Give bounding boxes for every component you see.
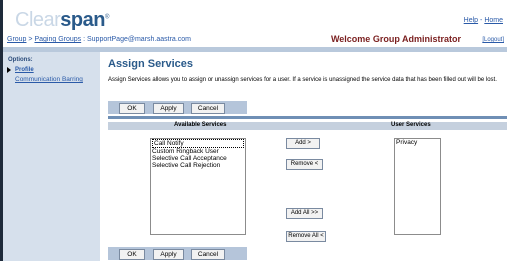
help-home-links: Help - Home xyxy=(464,17,503,24)
ok-button-bottom[interactable]: OK xyxy=(119,249,145,260)
list-item[interactable]: Custom Ringback User xyxy=(151,148,245,155)
logo-text-part1: Clear xyxy=(15,9,61,31)
clearspan-logo: Clearspan® xyxy=(15,9,109,32)
services-column-header: Available Services User Services xyxy=(108,122,507,130)
breadcrumb-group[interactable]: Group xyxy=(7,36,26,43)
bottom-button-bar: OK Apply Cancel xyxy=(108,247,247,260)
logo-mark: ® xyxy=(104,14,109,21)
list-item[interactable]: Call Notify xyxy=(152,139,244,148)
remove-all-button[interactable]: Remove All < xyxy=(286,231,326,242)
sidebar-title: Options: xyxy=(8,57,33,63)
home-link[interactable]: Home xyxy=(484,17,503,24)
logout-link[interactable]: [Logout] xyxy=(482,37,504,43)
apply-button-top[interactable]: Apply xyxy=(153,103,184,114)
page-title: Assign Services xyxy=(108,58,193,70)
logo-text-part2: span xyxy=(60,9,105,31)
add-button[interactable]: Add > xyxy=(286,138,320,149)
cancel-button-bottom[interactable]: Cancel xyxy=(191,249,225,260)
list-item[interactable]: Selective Call Acceptance xyxy=(151,155,245,162)
welcome-text: Welcome Group Administrator xyxy=(330,34,461,44)
options-sidebar: Options: Profile Communication Barring xyxy=(3,52,100,261)
top-button-bar: OK Apply Cancel xyxy=(108,101,247,114)
sidebar-item-profile[interactable]: Profile xyxy=(15,67,34,73)
remove-button[interactable]: Remove < xyxy=(286,159,323,170)
breadcrumb: Group > Paging Groups : SupportPage@mars… xyxy=(7,36,191,43)
ok-button-top[interactable]: OK xyxy=(119,103,145,114)
current-item-arrow-icon xyxy=(7,67,11,73)
user-services-header: User Services xyxy=(391,122,431,128)
breadcrumb-current: SupportPage@marsh.aastra.com xyxy=(87,36,191,43)
page-header: Clearspan® Help - Home Group > Paging Gr… xyxy=(3,0,507,47)
list-item[interactable]: Selective Call Rejection xyxy=(151,162,245,169)
list-item[interactable]: Privacy xyxy=(395,139,440,146)
available-services-header: Available Services xyxy=(174,122,227,128)
user-services-list[interactable]: Privacy xyxy=(394,138,441,235)
page-description: Assign Services allows you to assign or … xyxy=(108,77,497,83)
sidebar-item-communication-barring[interactable]: Communication Barring xyxy=(15,76,83,83)
breadcrumb-paging-groups[interactable]: Paging Groups xyxy=(34,36,81,43)
apply-button-bottom[interactable]: Apply xyxy=(153,249,184,260)
separator-bar-top xyxy=(108,116,507,119)
available-services-list[interactable]: Call Notify Custom Ringback User Selecti… xyxy=(150,138,246,235)
add-all-button[interactable]: Add All >> xyxy=(286,208,323,219)
help-link[interactable]: Help xyxy=(464,17,478,24)
cancel-button-top[interactable]: Cancel xyxy=(191,103,225,114)
